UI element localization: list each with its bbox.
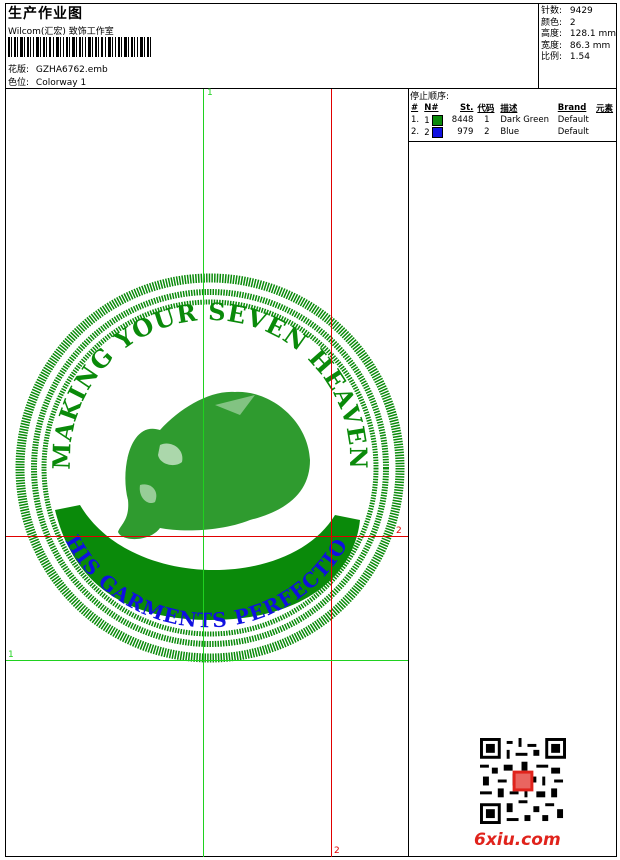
row-element bbox=[594, 114, 617, 126]
table-header-row: # N# St. 代码 描述 Brand 元素 bbox=[409, 101, 617, 114]
qr-code bbox=[480, 738, 566, 824]
stat-stitches: 针数: 9429 bbox=[541, 6, 593, 16]
watermark-logo: 6xiu.com bbox=[474, 830, 561, 850]
stats-panel: 针数: 9429 颜色: 2 高度: 128.1 mm 宽度: 86.3 mm … bbox=[541, 6, 616, 64]
guide-horizontal-2-label: 2 bbox=[396, 526, 402, 536]
header-divider bbox=[5, 88, 617, 89]
skull-figure bbox=[118, 391, 310, 540]
guide-vertical-1-label: 1 bbox=[207, 88, 213, 98]
row-n: 2 bbox=[422, 126, 447, 138]
row-brand: Default bbox=[557, 127, 589, 137]
row-n: 1 bbox=[422, 114, 447, 126]
row-index: 1. bbox=[411, 115, 420, 125]
stat-ratio: 比例: 1.54 bbox=[541, 52, 590, 62]
page-title: 生产作业图 bbox=[8, 6, 83, 22]
guide-vertical-2-label: 2 bbox=[334, 846, 340, 856]
row-desc: Dark Green bbox=[500, 115, 549, 125]
col-n: N# bbox=[424, 102, 439, 113]
row-stitches: 8448 bbox=[451, 115, 474, 125]
row-code: 1 bbox=[484, 115, 490, 125]
panel-table-divider bbox=[408, 141, 617, 142]
col-desc: 描述 bbox=[500, 103, 518, 114]
embroidery-design: MAKING YOUR SEVEN HEAVEN THIS GARMENTS P… bbox=[10, 270, 405, 663]
stat-width: 宽度: 86.3 mm bbox=[541, 40, 611, 51]
colorway-value: Colorway 1 bbox=[35, 78, 87, 88]
col-brand: Brand bbox=[557, 102, 587, 113]
design-label: 花版: bbox=[8, 65, 30, 75]
table-row: 2. 2 979 2 Blue Default bbox=[409, 126, 617, 138]
studio-subtitle: Wilcom(汇宏) 致饰工作室 bbox=[8, 27, 114, 37]
guide-vertical-1 bbox=[203, 89, 204, 857]
barcode bbox=[8, 37, 151, 57]
row-desc: Blue bbox=[500, 127, 520, 137]
design-file: GZHA6762.emb bbox=[35, 65, 108, 75]
guide-horizontal-2 bbox=[6, 536, 408, 537]
stats-divider bbox=[538, 3, 539, 88]
stat-height: 高度: 128.1 mm bbox=[541, 29, 617, 39]
color-swatch bbox=[432, 126, 444, 138]
colorway-row: 色位: Colorway 1 bbox=[8, 75, 86, 88]
row-element bbox=[594, 126, 617, 138]
colorway-label: 色位: bbox=[8, 78, 30, 88]
guide-horizontal-1 bbox=[6, 660, 408, 661]
row-code: 2 bbox=[484, 127, 490, 137]
stat-colors: 颜色: 2 bbox=[541, 17, 576, 28]
col-stitches: St. bbox=[460, 102, 474, 113]
color-swatch bbox=[432, 114, 444, 126]
col-code: 代码 bbox=[477, 103, 495, 114]
row-stitches: 979 bbox=[457, 127, 474, 137]
guide-horizontal-1-label: 1 bbox=[8, 650, 14, 660]
guide-vertical-2 bbox=[331, 89, 332, 857]
row-index: 2. bbox=[411, 127, 420, 137]
col-element: 元素 bbox=[596, 103, 614, 114]
design-file-row: 花版: GZHA6762.emb bbox=[8, 62, 108, 75]
stop-sequence-table: # N# St. 代码 描述 Brand 元素 1. 1 8448 1 Dark… bbox=[409, 101, 617, 138]
row-brand: Default bbox=[557, 115, 589, 125]
table-row: 1. 1 8448 1 Dark Green Default bbox=[409, 114, 617, 126]
col-index: # bbox=[411, 102, 419, 113]
